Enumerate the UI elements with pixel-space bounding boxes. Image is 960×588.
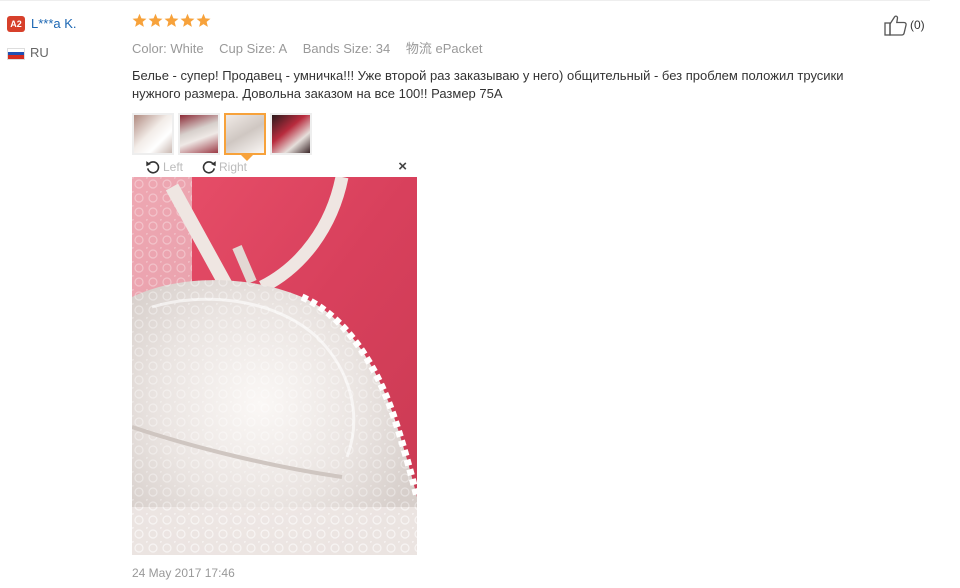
- shipping-value: ePacket: [435, 41, 483, 56]
- review-body: Color: White Cup Size: A Bands Size: 34 …: [132, 13, 922, 161]
- reviewer-info: A2 L***a K. RU: [7, 15, 117, 60]
- close-icon[interactable]: ×: [398, 158, 407, 175]
- star-icon: [180, 13, 195, 27]
- helpful-button[interactable]: (0): [884, 14, 925, 36]
- star-rating: [132, 13, 922, 31]
- color-value: White: [170, 41, 204, 56]
- review-photo-thumbnail[interactable]: [132, 113, 174, 155]
- review-text: Белье - супер! Продавец - умничка!!! Уже…: [132, 68, 844, 101]
- bands-size-label: Bands Size:: [302, 41, 373, 56]
- shipping-label: 物流: [405, 41, 432, 56]
- rotate-right-button[interactable]: Right: [200, 158, 247, 176]
- review-photo-large: [132, 177, 417, 555]
- rotate-left-button[interactable]: Left: [144, 158, 183, 176]
- photo-viewer: Left Right ×: [132, 157, 417, 555]
- rotate-left-label: Left: [163, 160, 184, 174]
- reviewer-country: RU: [30, 45, 49, 60]
- order-attributes: Color: White Cup Size: A Bands Size: 34 …: [132, 38, 922, 57]
- cup-size-value: A: [278, 41, 288, 56]
- helpful-count: (0): [910, 18, 925, 32]
- star-icon: [164, 13, 179, 27]
- buyer-level-badge: A2: [7, 15, 25, 32]
- star-icon: [196, 13, 211, 27]
- photo-viewer-toolbar: Left Right ×: [132, 157, 417, 177]
- cup-size-label: Cup Size:: [219, 41, 276, 56]
- color-label: Color:: [132, 41, 167, 56]
- rotate-right-label: Right: [219, 160, 248, 174]
- review-photo-thumbnail[interactable]: [270, 113, 312, 155]
- star-icon: [148, 13, 163, 27]
- star-icon: [132, 13, 147, 27]
- rotate-right-icon: [202, 161, 216, 174]
- reviewer-name-link[interactable]: L***a K.: [31, 16, 77, 31]
- review-photo-thumbnail-active[interactable]: [224, 113, 266, 161]
- review-date: 24 May 2017 17:46: [132, 566, 235, 580]
- bands-size-value: 34: [375, 41, 391, 56]
- rotate-left-icon: [146, 161, 160, 174]
- top-divider: [0, 0, 930, 1]
- review-photo-thumbnails: [132, 113, 922, 161]
- review-photo-thumbnail[interactable]: [178, 113, 220, 155]
- thumbs-up-icon: [884, 15, 907, 36]
- russia-flag-icon: [7, 47, 25, 60]
